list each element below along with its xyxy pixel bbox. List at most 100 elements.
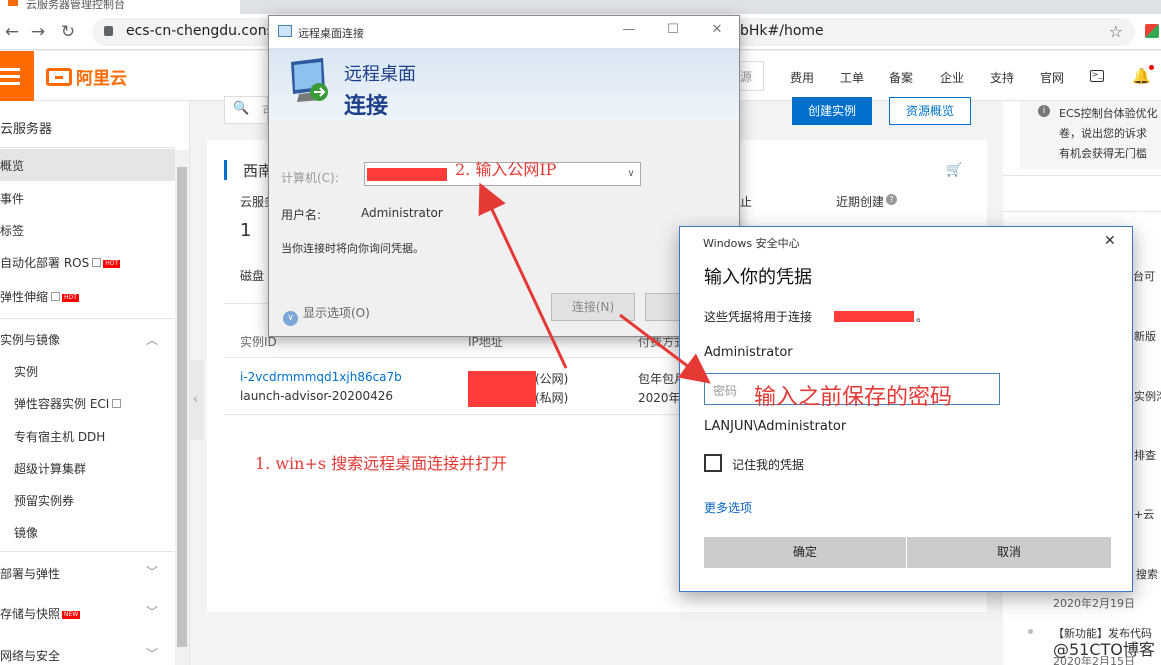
sidebar-item-label: 存储与快照	[0, 607, 61, 621]
header-search[interactable]: 源	[738, 61, 764, 91]
logo-text: 阿里云	[76, 69, 127, 89]
notice-line1: ECS控制台体验优化	[1059, 107, 1158, 120]
divider	[0, 147, 175, 148]
right-item[interactable]: 搜索	[1136, 566, 1158, 582]
remember-checkbox[interactable]	[704, 454, 722, 472]
nav-support[interactable]: 支持	[990, 69, 1014, 86]
nav-filing[interactable]: 备案	[889, 69, 913, 86]
bookmark-star-icon[interactable]: ☆	[1109, 22, 1123, 41]
sidebar-scrollbar[interactable]	[175, 150, 189, 665]
right-item[interactable]: 台可	[1133, 268, 1155, 284]
rdp-banner-line2: 连接	[344, 94, 389, 119]
sidebar-item-reserved[interactable]: 预留实例券	[14, 492, 74, 509]
chevron-up-icon[interactable]: ︿	[146, 331, 158, 348]
rdp-titlebar[interactable]: 远程桌面连接 — ☐ ✕	[269, 16, 739, 48]
resource-overview-button[interactable]: 资源概览	[889, 97, 971, 125]
stat-label-recent: 近期创建	[836, 195, 885, 209]
sidebar-group-deploy[interactable]: 部署与弹性	[0, 565, 160, 582]
forward-icon[interactable]: →	[28, 22, 48, 42]
username-label: 用户名:	[281, 208, 322, 222]
winsec-domain-user: LANJUN\Administrator	[704, 419, 847, 434]
show-options-label: 显示选项(O)	[303, 306, 370, 320]
browser-tabstrip: 云服务器管理控制台	[0, 0, 1161, 14]
right-item[interactable]: +云	[1134, 506, 1154, 522]
minimize-icon[interactable]: —	[619, 22, 639, 37]
chevron-down-icon[interactable]: ﹀	[146, 603, 158, 620]
stat-value-ecs[interactable]: 1	[240, 220, 251, 241]
cancel-button[interactable]: 取消	[907, 537, 1111, 568]
extension-icon[interactable]	[1145, 24, 1159, 38]
sidebar-item-label: 弹性伸缩	[0, 290, 49, 304]
ok-button[interactable]: 确定	[704, 537, 906, 568]
connect-button[interactable]: 连接(N)	[551, 293, 635, 321]
computer-label: 计算机(C):	[281, 171, 339, 185]
create-instance-button[interactable]: 创建实例	[792, 97, 872, 125]
stat-label-stopped: 止	[740, 195, 753, 209]
password-placeholder: 密码	[713, 384, 738, 398]
bell-icon[interactable]: 🔔	[1132, 65, 1154, 85]
right-item[interactable]: 排查	[1134, 447, 1156, 463]
rdp-banner: 远程桌面 连接	[269, 48, 739, 120]
reload-icon[interactable]: ↻	[58, 22, 78, 42]
news-date: 2020年2月19日	[1053, 597, 1135, 610]
sidebar-group-storage[interactable]: 存储与快照 NEW	[0, 605, 160, 622]
more-options-link[interactable]: 更多选项	[704, 499, 752, 516]
close-icon[interactable]: ✕	[707, 22, 727, 37]
new-badge: NEW	[62, 611, 81, 619]
show-options-toggle[interactable]: ∨ 显示选项(O)	[283, 304, 370, 326]
sidebar-collapse-handle[interactable]: ‹	[190, 360, 204, 440]
external-link-icon	[51, 292, 61, 301]
ip-public-label: (公网)	[535, 372, 569, 386]
chevron-down-icon[interactable]: ﹀	[146, 645, 158, 662]
sidebar-group-instances[interactable]: 实例与镜像	[0, 331, 160, 348]
sidebar-item-events[interactable]: 事件	[0, 190, 24, 207]
close-icon[interactable]: ✕	[1104, 233, 1116, 249]
terminal-icon[interactable]: >_	[1090, 70, 1104, 82]
sidebar-item-overview[interactable]: 概览	[0, 149, 175, 181]
hot-badge: HOT	[62, 294, 79, 302]
back-icon[interactable]: ←	[2, 22, 22, 42]
annotation-step1: 1. win+s 搜索远程桌面连接并打开	[255, 454, 508, 473]
sidebar-item-tags[interactable]: 标签	[0, 222, 24, 239]
external-link-icon	[112, 399, 122, 408]
external-link-icon	[92, 258, 102, 267]
menu-icon[interactable]	[0, 51, 34, 101]
nav-fees[interactable]: 费用	[790, 69, 814, 86]
browser-tab[interactable]: 云服务器管理控制台	[0, 0, 240, 14]
winsec-heading: 输入你的凭据	[704, 267, 812, 288]
instance-id-link[interactable]: i-2vcdrmmmqd1xjh86ca7b	[240, 370, 402, 384]
info-icon: i	[1038, 105, 1050, 117]
ip-redaction	[367, 168, 447, 181]
sidebar-item-instance[interactable]: 实例	[14, 363, 38, 380]
divider	[1003, 211, 1161, 212]
chevron-left-icon: ‹	[193, 392, 198, 406]
chevron-down-icon[interactable]: ﹀	[146, 563, 158, 580]
notice-line2: 卷，说出您的诉求	[1059, 127, 1147, 140]
maximize-icon[interactable]: ☐	[663, 22, 683, 37]
chevron-down-icon[interactable]: ∨	[622, 163, 640, 185]
nav-website[interactable]: 官网	[1040, 69, 1064, 86]
chevron-down-circle-icon: ∨	[283, 311, 298, 326]
timeline-dot-icon	[1028, 629, 1033, 634]
sidebar-item-ddh[interactable]: 专有宿主机 DDH	[14, 428, 105, 445]
sidebar-group-network[interactable]: 网络与安全	[0, 647, 160, 664]
sidebar-item-images[interactable]: 镜像	[14, 524, 38, 541]
remote-desktop-window: 远程桌面连接 — ☐ ✕ 远程桌面 连接 计算机(C): ∨ 2. 输入公网IP…	[268, 15, 740, 337]
right-item[interactable]: 实例沟	[1134, 388, 1161, 404]
host-redaction	[834, 311, 914, 322]
right-item[interactable]: 新版	[1134, 328, 1156, 344]
rdp-window-title: 远程桌面连接	[298, 27, 364, 40]
notice-link[interactable]: 有机会获得无门槛	[1059, 145, 1147, 161]
sidebar-item-scc[interactable]: 超级计算集群	[14, 460, 86, 477]
winsec-connect-text: 这些凭据将用于连接	[704, 310, 813, 324]
aliyun-logo[interactable]: 阿里云	[46, 64, 127, 89]
nav-enterprise[interactable]: 企业	[940, 69, 964, 86]
winsec-account: Administrator	[704, 345, 793, 360]
sidebar-item-eci[interactable]: 弹性容器实例 ECI	[14, 395, 122, 412]
help-icon[interactable]: ?	[886, 194, 897, 205]
cart-icon[interactable]: 🛒	[946, 163, 962, 178]
sidebar-item-autoscaling[interactable]: 弹性伸缩 HOT	[0, 288, 79, 305]
nav-tickets[interactable]: 工单	[840, 69, 864, 86]
sidebar-title: 云服务器	[0, 122, 53, 137]
sidebar-item-ros[interactable]: 自动化部署 ROS HOT	[0, 254, 121, 271]
